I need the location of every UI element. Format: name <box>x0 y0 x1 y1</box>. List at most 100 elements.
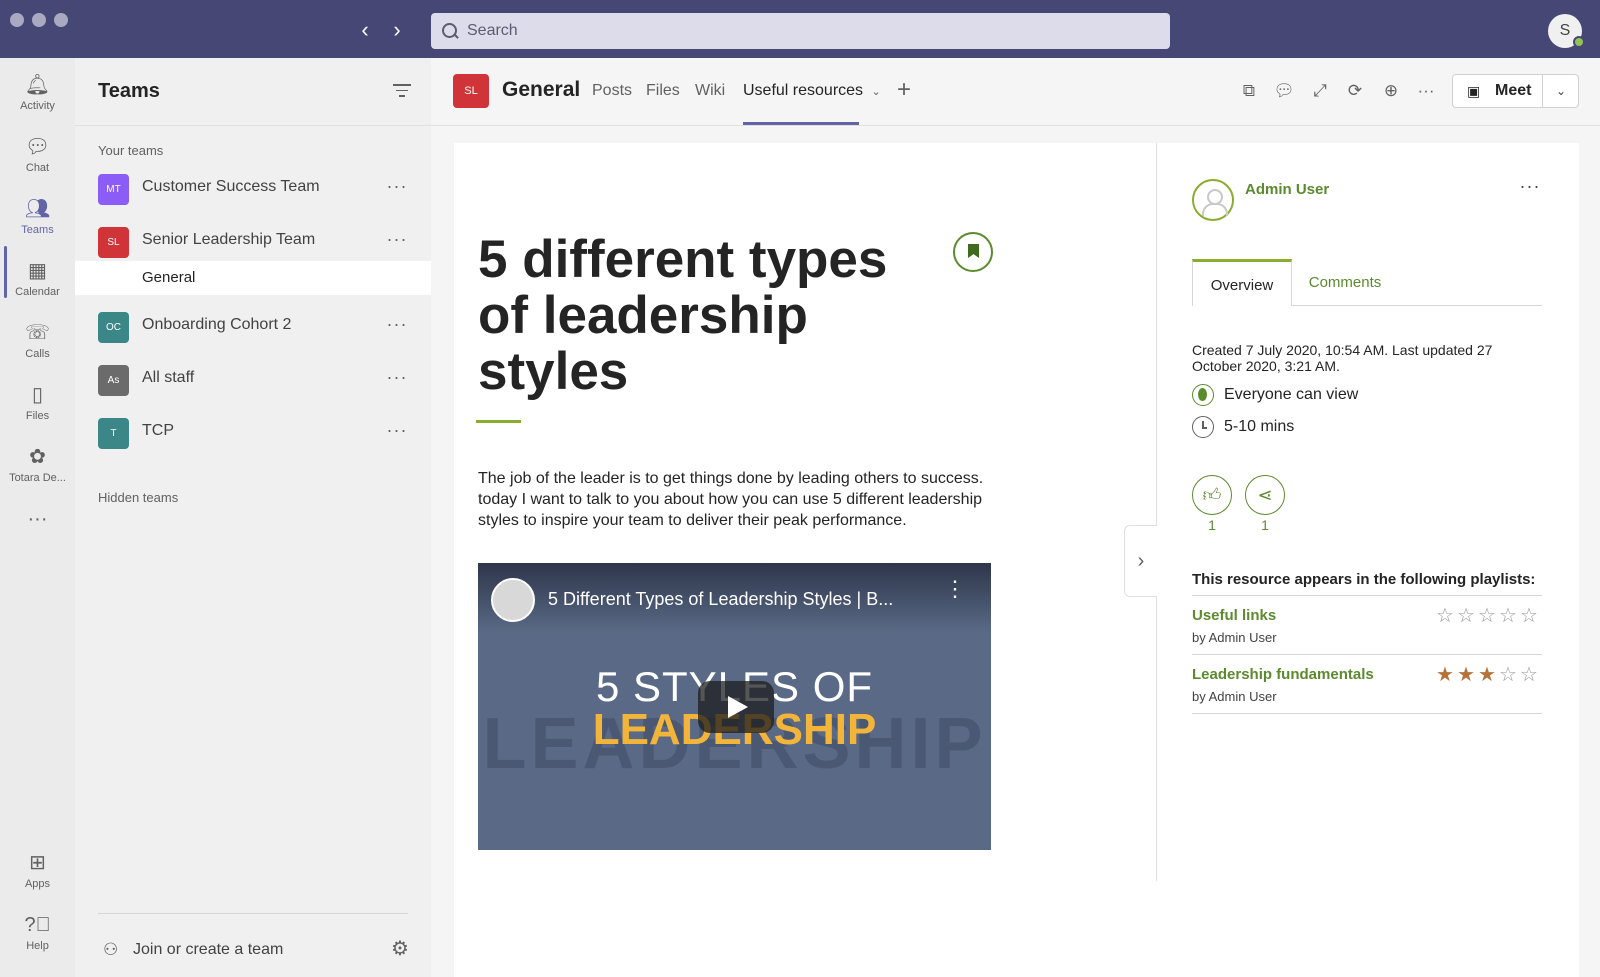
tab-useful-resources[interactable]: Useful resources ⌄ <box>743 82 881 100</box>
more-options-icon[interactable]: ··· <box>385 229 409 253</box>
star-filled-icon[interactable]: ★ <box>1477 662 1497 687</box>
join-create-team-button[interactable]: ⚇ Join or create a team <box>103 936 283 964</box>
channel-row-general[interactable]: General <box>75 261 431 295</box>
channel-avatar[interactable] <box>491 578 535 622</box>
hidden-teams-label[interactable]: Hidden teams <box>98 490 178 505</box>
share-button[interactable]: ⋖ <box>1245 475 1285 515</box>
team-avatar: OC <box>98 312 129 343</box>
resource-description: The job of the leader is to get things d… <box>478 470 984 529</box>
team-row-tcp[interactable]: T TCP ··· <box>75 410 431 456</box>
star-filled-icon[interactable]: ★ <box>1435 662 1455 687</box>
tab-wiki[interactable]: Wiki <box>695 82 725 100</box>
star-empty-icon[interactable]: ☆ <box>1519 603 1539 628</box>
popout-icon[interactable]: ⧉ <box>1238 80 1260 102</box>
team-avatar: SL <box>98 227 129 258</box>
video-player[interactable]: LEADERSHIP 5 Different Types of Leadersh… <box>478 563 991 850</box>
presence-available-icon <box>1573 36 1585 48</box>
globe-icon[interactable]: ⊕ <box>1380 80 1402 102</box>
add-tab-icon[interactable]: + <box>897 76 911 104</box>
apps-icon: ⊞ <box>29 852 46 874</box>
chevron-down-icon[interactable]: ⌄ <box>1551 82 1571 100</box>
rail-item-chat[interactable]: 💬︎ Chat <box>0 126 75 184</box>
team-row-customer-success[interactable]: MT Customer Success Team ··· <box>75 166 431 212</box>
help-icon: ?⃝ <box>24 914 51 936</box>
star-empty-icon[interactable]: ☆ <box>1498 662 1518 687</box>
more-icon: ··· <box>27 508 48 530</box>
more-options-icon[interactable]: ··· <box>385 367 409 391</box>
playlist-name[interactable]: Useful links <box>1192 607 1276 624</box>
star-empty-icon[interactable]: ☆ <box>1477 603 1497 628</box>
forward-arrow-icon[interactable]: › <box>385 18 409 42</box>
search-bar[interactable]: Search <box>431 13 1170 49</box>
playlist-author: by Admin User <box>1192 630 1277 645</box>
more-options-icon[interactable]: ··· <box>385 176 409 200</box>
filter-icon[interactable] <box>393 84 411 98</box>
tab-files[interactable]: Files <box>646 82 680 100</box>
star-empty-icon[interactable]: ☆ <box>1498 603 1518 628</box>
bookmark-icon[interactable] <box>953 232 993 272</box>
more-options-icon[interactable]: ··· <box>385 420 409 444</box>
back-arrow-icon[interactable]: ‹ <box>353 18 377 42</box>
rail-item-calendar[interactable]: ▦ Calendar <box>0 250 75 308</box>
rail-item-teams[interactable]: 👥︎ Teams <box>0 188 75 246</box>
window-zoom-button[interactable] <box>54 13 68 27</box>
search-icon <box>441 22 459 40</box>
tab-comments[interactable]: Comments <box>1300 259 1390 306</box>
visibility-text: Everyone can view <box>1224 386 1359 403</box>
kebab-menu-icon[interactable]: ⋮ <box>944 578 966 611</box>
add-people-icon: ⚇ <box>103 940 119 959</box>
title-accent-line <box>476 420 521 423</box>
tab-posts[interactable]: Posts <box>592 82 632 100</box>
rail-item-help[interactable]: ?⃝ Help <box>0 904 75 962</box>
rail-label: Calls <box>25 348 50 360</box>
team-row-senior-leadership[interactable]: SL Senior Leadership Team ··· <box>75 219 431 265</box>
rail-item-activity[interactable]: 🔔︎ Activity <box>0 64 75 122</box>
playlist-name[interactable]: Leadership fundamentals <box>1192 666 1374 683</box>
more-options-icon[interactable]: ··· <box>385 314 409 338</box>
tab-overview[interactable]: Overview <box>1192 259 1292 306</box>
rail-item-apps[interactable]: ⊞ Apps <box>0 842 75 900</box>
star-rating[interactable]: ★ ★ ★ ☆ ☆ <box>1435 662 1539 687</box>
team-name: Customer Success Team <box>142 178 320 195</box>
more-options-icon[interactable]: ··· <box>1415 80 1437 102</box>
title-bar: ‹ › Search S <box>0 0 1600 58</box>
video-title[interactable]: 5 Different Types of Leadership Styles |… <box>548 589 893 610</box>
team-row-onboarding[interactable]: OC Onboarding Cohort 2 ··· <box>75 304 431 350</box>
phone-icon: ☏ <box>24 322 50 344</box>
meet-label: Meet <box>1495 82 1532 99</box>
your-teams-label: Your teams <box>98 143 164 158</box>
calendar-icon: ▦ <box>28 260 47 282</box>
rail-label: Activity <box>20 100 55 112</box>
active-tab-underline <box>743 122 859 125</box>
gear-icon[interactable]: ⚙ <box>389 938 411 960</box>
rail-item-totara[interactable]: ✿ Totara De... <box>0 436 75 494</box>
star-filled-icon[interactable]: ★ <box>1456 662 1476 687</box>
app-rail: 🔔︎ Activity 💬︎ Chat 👥︎ Teams ▦ Calendar … <box>0 58 75 977</box>
star-rating[interactable]: ☆ ☆ ☆ ☆ ☆ <box>1435 603 1539 628</box>
join-create-team-label: Join or create a team <box>133 941 284 958</box>
tab-label: Useful resources <box>743 82 864 99</box>
team-row-all-staff[interactable]: As All staff ··· <box>75 357 431 403</box>
search-placeholder[interactable]: Search <box>467 22 518 40</box>
star-empty-icon[interactable]: ☆ <box>1435 603 1455 628</box>
conversation-icon[interactable]: 💬︎ <box>1273 80 1295 102</box>
expand-icon[interactable]: ⤢ <box>1309 80 1331 102</box>
chevron-right-icon[interactable]: › <box>1124 525 1157 597</box>
playlist-divider <box>1192 654 1542 655</box>
rail-item-files[interactable]: ▯ Files <box>0 374 75 432</box>
like-button[interactable]: 👍︎ <box>1192 475 1232 515</box>
author-name[interactable]: Admin User <box>1245 181 1329 198</box>
window-close-button[interactable] <box>10 13 24 27</box>
duration-row: 5-10 mins <box>1192 416 1294 438</box>
rail-item-calls[interactable]: ☏ Calls <box>0 312 75 370</box>
play-icon[interactable] <box>698 681 774 733</box>
rail-label: Files <box>25 410 50 422</box>
window-minimize-button[interactable] <box>32 13 46 27</box>
star-empty-icon[interactable]: ☆ <box>1519 662 1539 687</box>
avatar[interactable] <box>1192 179 1234 221</box>
star-empty-icon[interactable]: ☆ <box>1456 603 1476 628</box>
reload-icon[interactable]: ⟳ <box>1344 80 1366 102</box>
rail-more-apps[interactable]: ··· <box>0 498 75 534</box>
rail-label: Teams <box>21 224 54 236</box>
more-options-icon[interactable]: ··· <box>1518 176 1542 196</box>
